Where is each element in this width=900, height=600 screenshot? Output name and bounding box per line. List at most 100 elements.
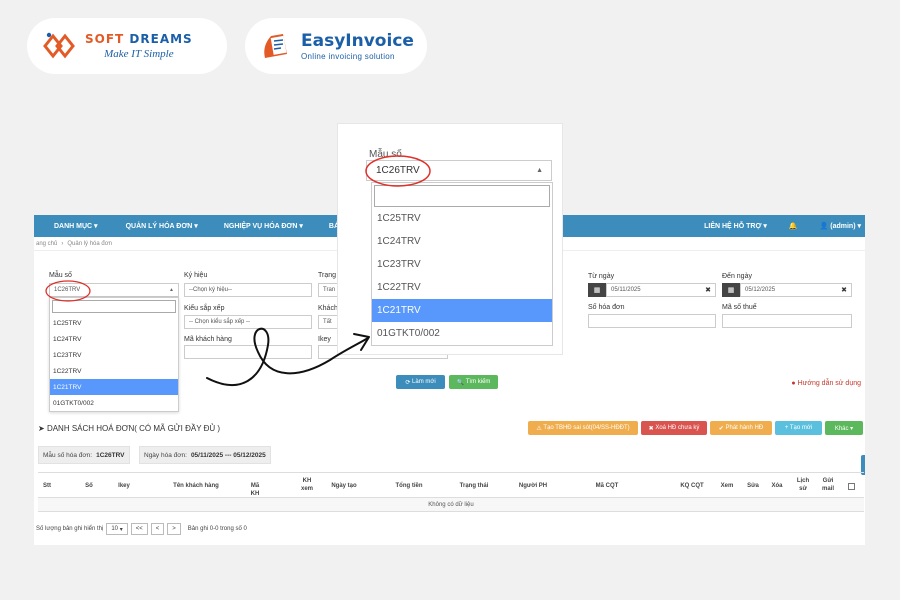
zoom-dropdown-option[interactable]: 1C23TRV — [372, 253, 552, 276]
refresh-button[interactable]: ⟳ Làm mới — [396, 375, 445, 389]
column-header[interactable]: Tên khách hàng — [171, 482, 221, 490]
softdreams-logo: SOFT DREAMS Make IT Simple — [27, 18, 227, 74]
invoice-table-header: Stt Số Ikey Tên khách hàng Mã KH KH xem … — [38, 472, 864, 498]
column-header[interactable]: Mã CQT — [594, 482, 620, 490]
dropdown-option[interactable]: 1C23TRV — [50, 347, 178, 363]
user-icon: 👤 — [819, 223, 829, 230]
record-summary: Bản ghi 0-0 trong số 0 — [187, 526, 247, 532]
ky-hieu-label: Ký hiệu — [184, 272, 208, 279]
softdreams-brand: SOFT DREAMS — [85, 32, 193, 46]
ma-so-thue-input[interactable] — [722, 314, 852, 328]
softdreams-logo-icon — [41, 31, 77, 61]
publish-button[interactable]: ✔ Phát hành HĐ — [710, 421, 772, 435]
column-header[interactable]: KQ CQT — [679, 482, 705, 490]
mau-so-select[interactable]: 1C26TRV ▲ — [49, 283, 179, 297]
zoom-dropdown-option-selected[interactable]: 1C21TRV — [372, 299, 552, 322]
ma-khach-hang-label: Mã khách hàng — [184, 336, 232, 343]
ikey-label: Ikey — [318, 336, 331, 343]
next-page-button[interactable]: > — [167, 523, 181, 535]
nav-user[interactable]: 👤 (admin) ▾ — [820, 222, 861, 230]
create-tbhd-button[interactable]: ⚠ Tạo TBHĐ sai sót(04/SS-HĐĐT) — [528, 421, 638, 435]
column-header[interactable]: Ikey — [116, 482, 132, 490]
filter-chip-mau-so: Mẫu số hóa đơn: 1C26TRV — [38, 446, 130, 464]
pagination: Số lượng bản ghi hiển thị 10 ▾ << < > Bả… — [36, 523, 247, 535]
breadcrumb-home[interactable]: ang chủ — [36, 241, 57, 247]
softdreams-slogan: Make IT Simple — [104, 48, 174, 60]
caret-up-icon: ▲ — [536, 167, 543, 174]
column-header[interactable]: Mã KH — [246, 482, 264, 498]
ma-khach-hang-input[interactable] — [184, 345, 312, 359]
tu-ngay-input[interactable]: 05/11/2025 ✖ — [606, 283, 716, 297]
dropdown-option[interactable]: 01GTKT0/002 — [50, 395, 178, 411]
nav-danh-muc[interactable]: DANH MỤC ▾ — [54, 222, 98, 230]
clear-icon[interactable]: ✖ — [841, 286, 847, 294]
kieu-sap-xep-label: Kiểu sắp xếp — [184, 305, 225, 312]
column-header[interactable]: Sửa — [746, 482, 760, 490]
column-header[interactable]: Xem — [719, 482, 735, 490]
column-header[interactable]: Lịch sử — [795, 477, 811, 493]
ma-so-thue-label: Mã số thuế — [722, 304, 757, 311]
calendar-icon[interactable]: ▦ — [588, 283, 606, 297]
zoom-dropdown-option[interactable]: 1C24TRV — [372, 230, 552, 253]
delete-unsigned-button[interactable]: ✖ Xoá HĐ chưa ký — [641, 421, 707, 435]
column-header[interactable]: Trạng thái — [459, 482, 489, 490]
column-header[interactable]: Xóa — [770, 482, 784, 490]
column-header[interactable]: Ngày tạo — [329, 482, 359, 490]
column-header[interactable]: Số — [82, 482, 96, 490]
dropdown-option[interactable]: 1C25TRV — [50, 315, 178, 331]
column-header[interactable]: Người PH — [517, 482, 549, 490]
easyinvoice-logo: EasyInvoice Online invoicing solution — [245, 18, 427, 74]
dropdown-search-input[interactable] — [52, 300, 176, 313]
khach-label: Khách — [318, 305, 338, 312]
bell-icon[interactable]: 🔔 — [789, 222, 798, 230]
page-size-select[interactable]: 10 ▾ — [106, 523, 128, 535]
dropdown-option[interactable]: 1C22TRV — [50, 363, 178, 379]
close-icon: ✖ — [648, 425, 654, 432]
zoom-dropdown-option[interactable]: 1C25TRV — [372, 207, 552, 230]
page-size-label: Số lượng bản ghi hiển thị — [36, 526, 104, 532]
calendar-icon[interactable]: ▦ — [722, 283, 740, 297]
help-link[interactable]: ● Hướng dẫn sử dụng — [791, 380, 861, 387]
nav-support[interactable]: LIÊN HỆ HỖ TRỢ ▾ — [704, 222, 767, 230]
easyinvoice-brand: EasyInvoice — [301, 31, 414, 51]
clear-icon[interactable]: ✖ — [705, 286, 711, 294]
column-header[interactable]: Stt — [40, 482, 54, 490]
zoomed-dropdown-callout: Mẫu số 1C26TRV ▲ 1C25TRV 1C24TRV 1C23TRV … — [338, 124, 562, 354]
breadcrumb-current: Quản lý hóa đơn — [67, 240, 112, 247]
so-hoa-don-input[interactable] — [588, 314, 716, 328]
check-icon: ✔ — [718, 425, 724, 432]
select-all-checkbox[interactable] — [848, 483, 855, 490]
create-new-button[interactable]: + Tạo mới — [775, 421, 822, 435]
search-icon: 🔍 — [456, 379, 465, 386]
column-header[interactable]: KH xem — [300, 477, 314, 493]
zoom-dropdown-option[interactable]: 01GTKT0/002 — [372, 322, 552, 345]
column-header[interactable]: Gửi mail — [821, 477, 835, 493]
den-ngay-input[interactable]: 05/12/2025 ✖ — [740, 283, 852, 297]
dropdown-option-selected[interactable]: 1C21TRV — [50, 379, 178, 395]
mau-so-label: Mẫu số — [49, 272, 72, 279]
warning-icon: ⚠ — [536, 425, 542, 432]
zoom-mau-so-label: Mẫu số — [369, 149, 402, 160]
refresh-icon: ⟳ — [405, 379, 411, 386]
kieu-sap-xep-select[interactable]: -- Chọn kiểu sắp xếp -- — [184, 315, 312, 329]
prev-page-button[interactable]: < — [150, 523, 165, 535]
nav-nghiep-vu-hoa-don[interactable]: NGHIỆP VỤ HÓA ĐƠN ▾ — [224, 222, 303, 230]
column-header[interactable]: Tổng tiền — [394, 482, 424, 490]
den-ngay-label: Đến ngày — [722, 273, 752, 280]
empty-table-message: Không có dữ liệu — [38, 498, 864, 512]
zoom-dropdown-search-input[interactable] — [374, 185, 550, 207]
search-button[interactable]: 🔍 Tìm kiếm — [449, 375, 498, 389]
zoom-dropdown-list: 1C25TRV 1C24TRV 1C23TRV 1C22TRV 1C21TRV … — [371, 182, 553, 346]
info-icon: ● — [791, 380, 796, 387]
easyinvoice-logo-icon — [259, 28, 295, 64]
ky-hieu-select[interactable]: --Chọn ký hiệu-- — [184, 283, 312, 297]
zoom-mau-so-select[interactable]: 1C26TRV ▲ — [366, 160, 552, 181]
more-button[interactable]: Khác ▾ — [825, 421, 863, 435]
trang-thai-label: Trạng — [318, 272, 337, 279]
first-page-button[interactable]: << — [130, 523, 148, 535]
nav-quan-ly-hoa-don[interactable]: QUẢN LÝ HÓA ĐƠN ▾ — [126, 222, 198, 230]
dropdown-option[interactable]: 1C24TRV — [50, 331, 178, 347]
tu-ngay-label: Từ ngày — [588, 273, 615, 280]
zoom-dropdown-option[interactable]: 1C22TRV — [372, 276, 552, 299]
filter-chip-ngay: Ngày hóa đơn: 05/11/2025 --- 05/12/2025 — [139, 446, 271, 464]
